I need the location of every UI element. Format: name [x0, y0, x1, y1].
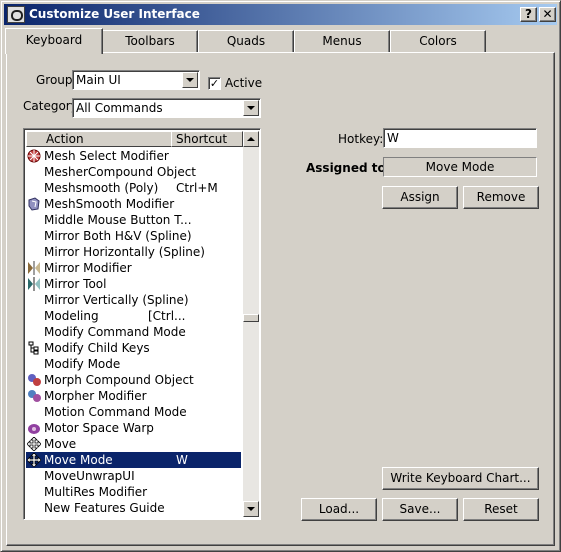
- chevron-down-icon[interactable]: [182, 72, 198, 88]
- table-row[interactable]: Middle Mouse Button T...: [26, 212, 241, 228]
- category-value: All Commands: [76, 101, 163, 115]
- table-row[interactable]: MeshSmooth Modifier: [26, 196, 241, 212]
- save-button[interactable]: Save...: [382, 498, 458, 521]
- move-icon: [27, 437, 41, 451]
- customize-ui-dialog: Customize User Interface ? ✕ Keyboard To…: [0, 0, 561, 552]
- tab-quads[interactable]: Quads: [198, 30, 294, 52]
- chevron-down-icon[interactable]: [243, 100, 259, 116]
- arrow-down-icon: [247, 507, 255, 511]
- table-row[interactable]: Modify Mode: [26, 356, 241, 372]
- assigned-to-value: Move Mode: [383, 157, 537, 177]
- group-value: Main UI: [76, 73, 121, 87]
- meshsmooth-icon: [28, 197, 40, 211]
- hotkey-input[interactable]: W: [383, 128, 537, 148]
- scroll-thumb[interactable]: [243, 314, 259, 322]
- table-row[interactable]: MultiRes Modifier: [26, 484, 241, 500]
- table-row[interactable]: MesherCompound Object: [26, 164, 241, 180]
- mesh-select-icon: [27, 149, 41, 163]
- table-row[interactable]: Mirror Horizontally (Spline): [26, 244, 241, 260]
- help-button[interactable]: ?: [520, 7, 537, 22]
- list-scrollbar[interactable]: [243, 131, 259, 517]
- window-title: Customize User Interface: [29, 7, 200, 21]
- column-header-shortcut[interactable]: Shortcut: [171, 131, 243, 147]
- reset-button[interactable]: Reset: [463, 498, 539, 521]
- group-dropdown[interactable]: Main UI: [72, 70, 200, 90]
- app-icon[interactable]: [7, 6, 25, 23]
- table-row[interactable]: Meshsmooth (Poly) Ctrl+M: [26, 180, 241, 196]
- table-row[interactable]: Mirror Both H&V (Spline): [26, 228, 241, 244]
- mirror-tool-icon: [28, 277, 40, 291]
- active-label: Active: [225, 76, 263, 90]
- motor-icon: [28, 424, 40, 434]
- table-row[interactable]: Modify Child Keys: [26, 340, 241, 356]
- table-row[interactable]: Motion Command Mode: [26, 404, 241, 420]
- remove-button[interactable]: Remove: [463, 186, 539, 209]
- mirror-modifier-icon: [28, 261, 40, 275]
- table-row[interactable]: New Features Guide: [26, 500, 241, 516]
- table-row[interactable]: Mesh Select Modifier: [26, 148, 241, 164]
- tab-toolbars[interactable]: Toolbars: [102, 30, 198, 52]
- table-row[interactable]: Motor Space Warp: [26, 420, 241, 436]
- group-label: Group:: [36, 73, 77, 87]
- title-bar[interactable]: Customize User Interface ? ✕: [4, 4, 557, 25]
- action-rows: Mesh Select Modifier MesherCompound Obje…: [26, 148, 241, 516]
- column-header-action[interactable]: Action: [26, 131, 172, 147]
- table-row[interactable]: Modeling [Ctrl...: [26, 308, 241, 324]
- move-icon: [27, 453, 41, 467]
- table-row[interactable]: MoveUnwrapUI: [26, 468, 241, 484]
- tab-colors[interactable]: Colors: [390, 30, 486, 52]
- scroll-down-button[interactable]: [243, 501, 259, 517]
- table-row[interactable]: Morpher Modifier: [26, 388, 241, 404]
- table-row[interactable]: Mirror Modifier: [26, 260, 241, 276]
- assigned-to-label: Assigned to:: [306, 161, 391, 175]
- hotkey-label: Hotkey:: [338, 132, 384, 146]
- arrow-up-icon: [247, 137, 255, 141]
- active-checkbox[interactable]: ✓: [208, 77, 221, 90]
- morpher-icon: [28, 390, 41, 402]
- write-keyboard-chart-button[interactable]: Write Keyboard Chart...: [382, 467, 539, 490]
- close-button[interactable]: ✕: [539, 7, 556, 22]
- assign-button[interactable]: Assign: [382, 186, 458, 209]
- load-button[interactable]: Load...: [301, 498, 377, 521]
- scroll-up-button[interactable]: [243, 131, 259, 147]
- tab-menus[interactable]: Menus: [294, 30, 390, 52]
- tab-keyboard[interactable]: Keyboard: [5, 28, 103, 54]
- table-row-selected[interactable]: Move Mode W: [26, 452, 241, 468]
- action-list[interactable]: Action Shortcut Mesh Select Modifier Mes…: [23, 128, 261, 520]
- child-keys-icon: [28, 341, 39, 355]
- table-row[interactable]: Move: [26, 436, 241, 452]
- table-row[interactable]: Mirror Tool: [26, 276, 241, 292]
- table-row[interactable]: Morph Compound Object: [26, 372, 241, 388]
- table-row[interactable]: Mirror Vertically (Spline): [26, 292, 241, 308]
- table-row[interactable]: Modify Command Mode: [26, 324, 241, 340]
- category-dropdown[interactable]: All Commands: [72, 98, 261, 118]
- morph-icon: [28, 374, 41, 386]
